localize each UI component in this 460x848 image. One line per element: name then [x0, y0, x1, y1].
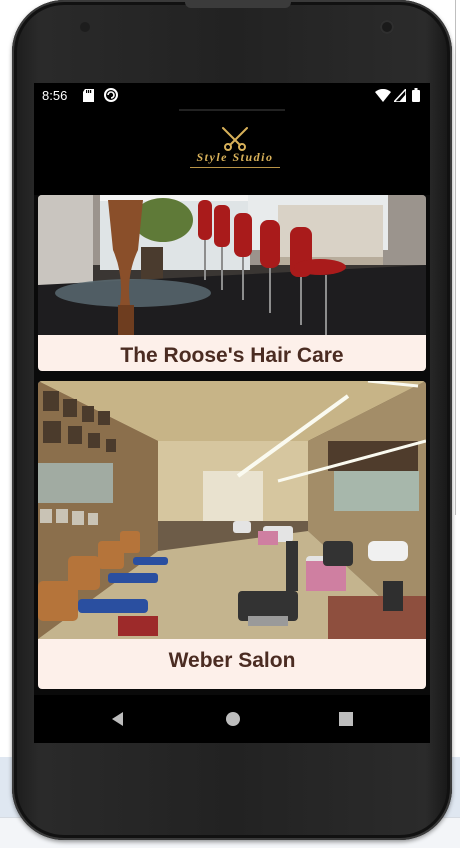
sync-circle-icon: [104, 88, 118, 102]
app-header: Style Studio: [34, 109, 430, 195]
salon-card-image: [38, 195, 426, 335]
home-circle-icon[interactable]: [221, 707, 245, 731]
signal-icon: [394, 89, 406, 102]
scissors-comb-icon: [222, 127, 248, 151]
sd-card-icon: [83, 89, 94, 102]
system-navigation-bar: [34, 695, 430, 743]
style-studio-logo: Style Studio: [180, 123, 290, 173]
salon-name: The Roose's Hair Care: [120, 344, 344, 367]
front-camera: [380, 20, 394, 34]
status-bar: 8:56: [34, 83, 430, 109]
phone-top-slot: [185, 0, 291, 8]
wifi-icon: [375, 89, 391, 102]
salon-card-image: [38, 381, 426, 639]
salon-card[interactable]: The Roose's Hair Care: [38, 195, 426, 371]
front-sensor: [80, 22, 90, 32]
battery-icon: [412, 88, 420, 102]
status-time: 8:56: [42, 88, 68, 103]
salon-name: Weber Salon: [168, 649, 296, 672]
recents-square-icon[interactable]: [334, 707, 358, 731]
back-triangle-icon[interactable]: [106, 707, 130, 731]
logo-text: Style Studio: [196, 150, 274, 164]
header-divider: [179, 109, 285, 111]
salon-list[interactable]: The Roose's Hair Care Weber Salon: [34, 195, 430, 695]
logo-underline: [190, 167, 280, 168]
desktop-window-edge: [455, 0, 456, 515]
phone-screen: 8:56 Style Studio The Roose's Hair Care …: [34, 83, 430, 743]
salon-card[interactable]: Weber Salon: [38, 381, 426, 689]
